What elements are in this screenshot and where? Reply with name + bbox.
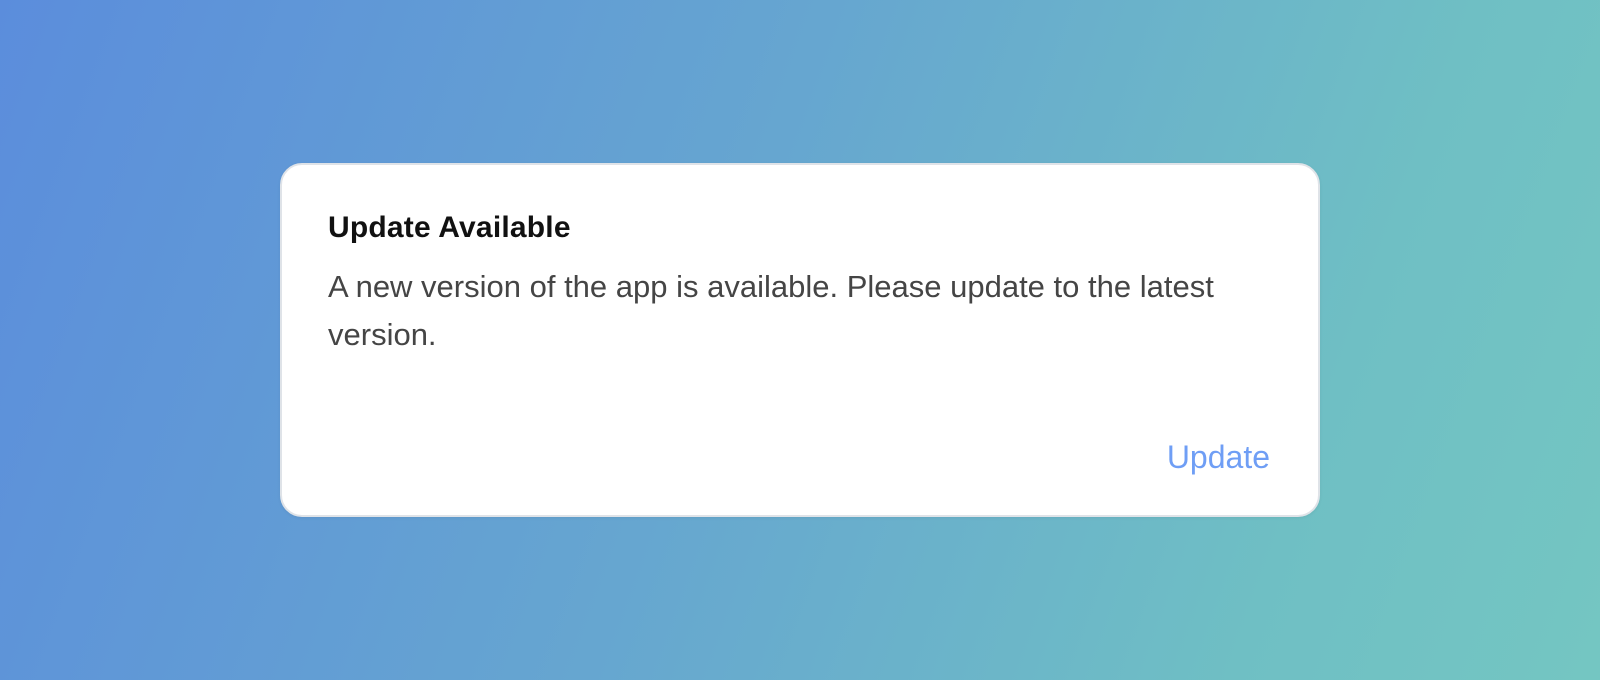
dialog-message: A new version of the app is available. P… [328,269,1214,352]
update-dialog: Update Available A new version of the ap… [280,163,1320,517]
update-button[interactable]: Update [1167,437,1270,477]
dialog-title: Update Available [328,211,571,244]
